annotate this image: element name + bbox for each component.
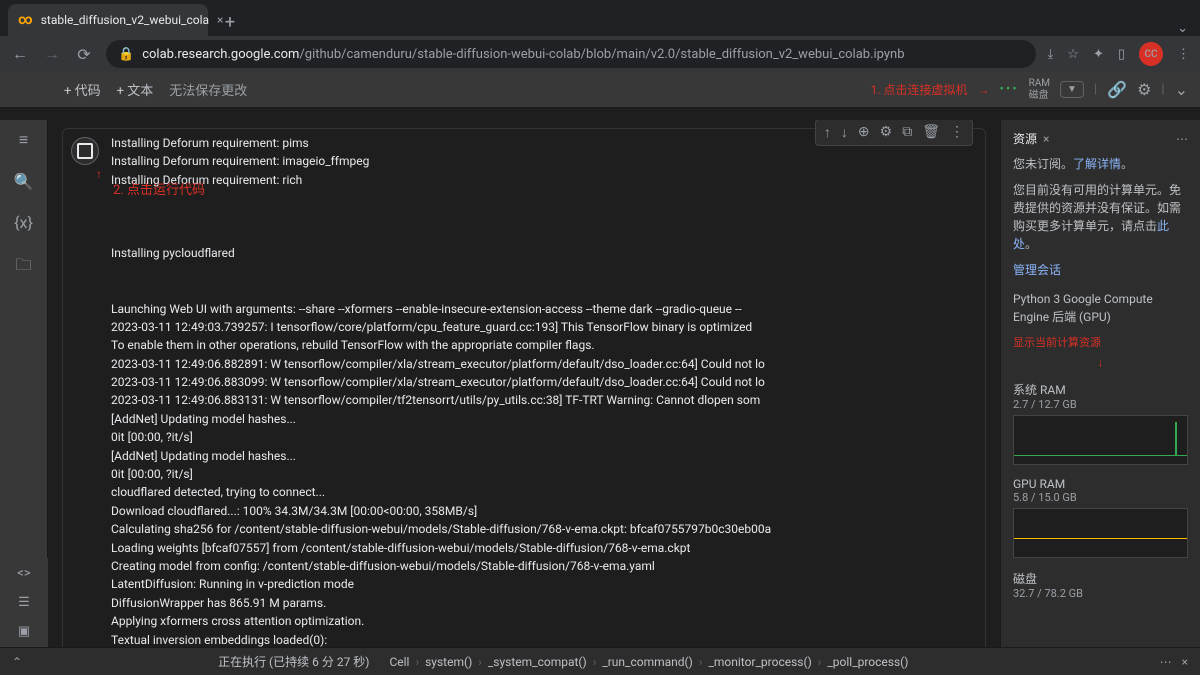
browser-chrome: ∞ stable_diffusion_v2_webui_cola × + ⌄ ←… [0, 0, 1200, 72]
sys-ram-chart [1013, 415, 1188, 465]
reload-button[interactable]: ⟳ [74, 45, 94, 64]
chevron-down-icon[interactable]: ⌄ [1175, 80, 1188, 99]
cell-output: Installing Deforum requirement: pims Ins… [63, 129, 985, 647]
code-explorer-icon[interactable]: <> [17, 566, 30, 581]
runtime-type: Python 3 Google Compute Engine 后端 (GPU) [1013, 290, 1188, 326]
arrow-icon: → [977, 83, 989, 97]
crumb[interactable]: _system_compat() [488, 655, 587, 669]
crumb[interactable]: _poll_process() [827, 655, 908, 669]
more-icon[interactable]: ⋯ [1160, 655, 1172, 669]
gpu-ram-label: GPU RAM [1013, 477, 1188, 491]
connect-indicator[interactable]: ••• [999, 82, 1018, 97]
browser-tab[interactable]: ∞ stable_diffusion_v2_webui_cola × [8, 4, 208, 36]
new-tab-button[interactable]: + [216, 8, 244, 36]
manage-sessions-link[interactable]: 管理会话 [1013, 261, 1188, 278]
back-button[interactable]: ← [10, 44, 30, 64]
variables-icon[interactable]: {x} [14, 213, 33, 232]
tab-title: stable_diffusion_v2_webui_cola [41, 13, 209, 27]
annotation-2: 2. 点击运行代码 [113, 179, 205, 198]
compute-units-text: 您目前没有可用的计算单元。免费提供的资源并没有保证。如需购买更多计算单元，请点击… [1013, 181, 1188, 253]
address-bar: ← → ⟳ 🔒 colab.research.google.com/github… [0, 36, 1200, 72]
cell-toolbar: ↑ ↓ ⊕ ⚙ ⧉ 🗑 ⋮ [815, 120, 973, 146]
status-bar: ⌃ 正在执行 (已持续 6 分 27 秒) Cell› system()› _s… [0, 647, 1200, 675]
resource-mini[interactable]: RAM 磁盘 [1029, 78, 1050, 102]
files-icon[interactable]: 🗀 [15, 254, 31, 281]
install-icon[interactable]: ⤓ [1048, 47, 1054, 62]
colab-icon: ∞ [18, 12, 33, 28]
learn-more-link[interactable]: 了解详情 [1073, 157, 1121, 171]
close-icon[interactable]: × [1182, 655, 1188, 669]
resources-title: 资源 [1013, 130, 1037, 147]
subscription-text: 您未订阅。了解详情。 [1013, 155, 1188, 173]
add-text-button[interactable]: + 文本 [117, 80, 154, 99]
run-cell-button[interactable] [71, 137, 99, 165]
mirror-icon[interactable]: ⧉ [902, 124, 912, 141]
window-controls: ⌄ [1177, 21, 1200, 36]
resources-panel: 资源 × ⋯ 您未订阅。了解详情。 您目前没有可用的计算单元。免费提供的资源并没… [1000, 120, 1200, 647]
forward-button: → [42, 44, 62, 64]
sys-ram-label: 系统 RAM [1013, 381, 1188, 398]
colab-toolbar: + 代码 + 文本 无法保存更改 1. 点击连接虚拟机 → ••• RAM 磁盘… [0, 72, 1200, 108]
delete-icon[interactable]: 🗑 [922, 124, 940, 141]
add-code-button[interactable]: + 代码 [64, 80, 101, 99]
lock-icon: 🔒 [118, 47, 134, 62]
avatar[interactable]: CC [1139, 42, 1163, 66]
toc-icon[interactable]: ≡ [19, 130, 28, 150]
gpu-ram-chart [1013, 508, 1188, 558]
snippets-icon[interactable]: ☰ [18, 595, 30, 610]
bottom-rail: <> ☰ ▣ [0, 558, 48, 647]
move-down-icon[interactable]: ↓ [841, 124, 848, 141]
annotation-arrow: ↑ [96, 167, 102, 181]
search-icon[interactable]: 🔍 [14, 172, 34, 191]
terminal-icon[interactable]: ▣ [18, 624, 30, 639]
crumb[interactable]: system() [425, 655, 472, 669]
annotation-resources: 显示当前计算资源 [1013, 334, 1188, 350]
more-icon[interactable]: ⋯ [1176, 132, 1188, 146]
notebook: ↑ 2. 点击运行代码 ↑ ↓ ⊕ ⚙ ⧉ 🗑 ⋮ Installing Def… [48, 120, 1000, 647]
reader-icon[interactable]: ▯ [1118, 47, 1125, 62]
menu-icon[interactable]: ⋮ [1177, 47, 1190, 62]
copy-link-icon[interactable]: ⊕ [858, 124, 870, 141]
crumb[interactable]: _monitor_process() [708, 655, 811, 669]
code-cell: ↑ 2. 点击运行代码 ↑ ↓ ⊕ ⚙ ⧉ 🗑 ⋮ Installing Def… [62, 128, 986, 647]
url-input[interactable]: 🔒 colab.research.google.com/github/camen… [106, 40, 1036, 68]
main-area: ≡ 🔍 {x} 🗀 ↑ 2. 点击运行代码 ↑ ↓ ⊕ ⚙ ⧉ 🗑 ⋮ Inst… [0, 120, 1200, 647]
arrow-down-icon: ↓ [1013, 356, 1188, 369]
close-icon[interactable]: × [1043, 132, 1049, 146]
settings-icon[interactable]: ⚙ [880, 124, 893, 141]
link-icon[interactable]: 🔗 [1107, 80, 1127, 99]
crumb[interactable]: Cell [389, 655, 409, 669]
cannot-save-label: 无法保存更改 [169, 80, 247, 99]
chevron-down-icon[interactable]: ⌄ [1177, 21, 1188, 36]
disk-label: 磁盘 [1013, 570, 1188, 587]
gear-icon[interactable]: ⚙ [1137, 80, 1151, 99]
gpu-ram-value: 5.8 / 15.0 GB [1013, 491, 1188, 504]
url-text: colab.research.google.com/github/camendu… [142, 47, 904, 62]
tab-strip: ∞ stable_diffusion_v2_webui_cola × + ⌄ [0, 0, 1200, 36]
star-icon[interactable]: ☆ [1067, 47, 1079, 62]
resource-dropdown[interactable]: ▼ [1060, 81, 1084, 98]
disk-value: 32.7 / 78.2 GB [1013, 587, 1188, 600]
annotation-1: 1. 点击连接虚拟机 [871, 81, 968, 98]
move-up-icon[interactable]: ↑ [824, 124, 831, 141]
extensions-icon[interactable]: ✦ [1093, 47, 1104, 62]
more-icon[interactable]: ⋮ [950, 124, 964, 141]
sys-ram-value: 2.7 / 12.7 GB [1013, 398, 1188, 411]
crumb[interactable]: _run_command() [602, 655, 693, 669]
chevron-up-icon[interactable]: ⌃ [12, 655, 22, 669]
running-status: 正在执行 (已持续 6 分 27 秒) [218, 653, 369, 670]
